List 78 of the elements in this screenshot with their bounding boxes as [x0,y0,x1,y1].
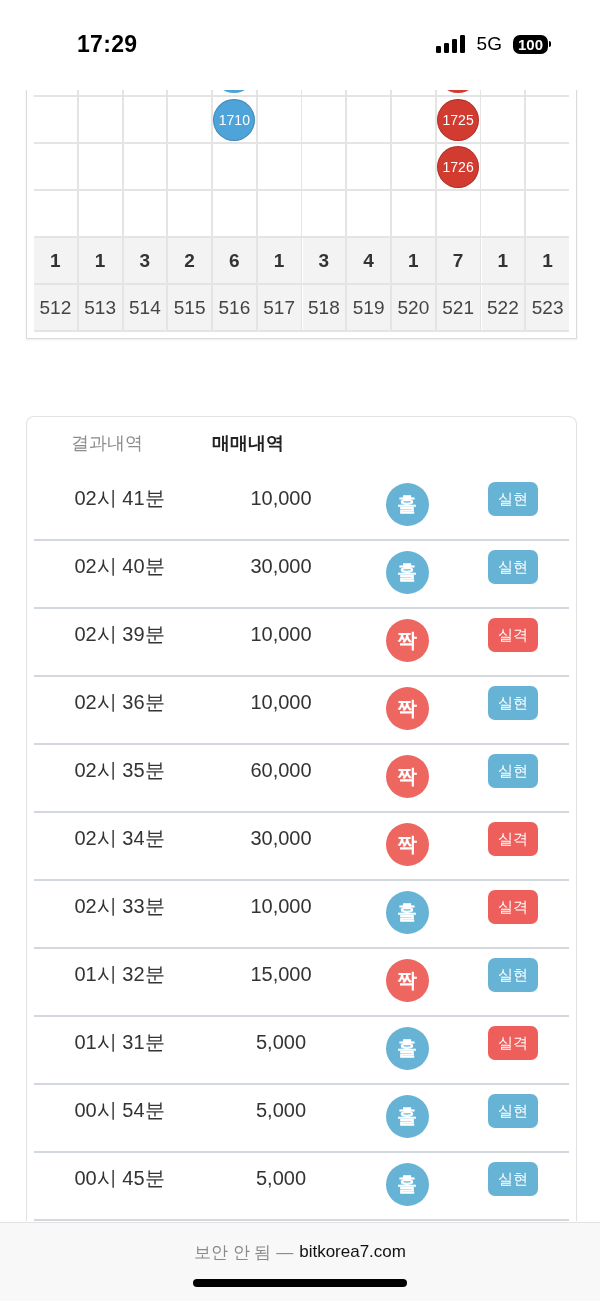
result-badge: 실현 [488,958,538,992]
status-time: 17:29 [77,31,138,57]
count-cell: 1 [481,238,525,283]
round-cell: 517 [257,285,301,330]
result-badge: 실격 [488,1026,538,1060]
pick-badge: 짝 [385,959,429,1002]
amount-text: 10,000 [250,486,312,511]
amount-text: 30,000 [250,826,312,851]
time-text: 01시 32분 [74,962,165,987]
round-cell: 522 [481,285,525,330]
time-text: 02시 39분 [74,622,165,647]
count-cell: 2 [168,238,211,283]
result-bead: 1726 [437,145,480,188]
time-text: 00시 54분 [74,1098,165,1123]
time-text: 02시 33분 [74,894,165,919]
count-cell: 3 [123,238,167,283]
pick-badge: 홀 [385,1027,429,1070]
amount-text: 30,000 [250,554,312,579]
amount-text: 5,000 [255,1166,307,1191]
round-cell: 518 [302,285,346,330]
count-cell: 3 [302,238,346,283]
result-badge: 실현 [488,482,538,516]
count-cell: 6 [213,238,256,283]
round-cell: 512 [34,285,77,330]
count-cell: 1 [78,238,122,283]
battery-indicator: 100 [512,34,551,54]
pick-badge: 짝 [385,619,429,662]
result-badge: 실현 [488,550,538,584]
count-cell: 1 [257,238,301,283]
amount-text: 10,000 [250,894,312,919]
pick-badge: 짝 [385,755,429,798]
amount-text: 15,000 [250,962,312,987]
pick-badge: 홀 [385,1095,429,1138]
time-text: 02시 34분 [74,826,165,851]
pick-badge: 짝 [385,687,429,730]
pick-badge: 짝 [385,823,429,866]
url-text[interactable]: bitkorea7.com [299,1242,406,1262]
amount-text: 10,000 [250,622,312,647]
round-cell: 519 [347,285,390,330]
result-bead: 1725 [437,98,480,141]
pick-badge: 홀 [385,483,429,526]
result-badge: 실현 [488,754,538,788]
round-cell: 523 [526,285,569,330]
pick-badge: 홀 [385,1163,429,1206]
round-cell: 520 [392,285,435,330]
result-badge: 실현 [488,1094,538,1128]
round-cell: 514 [123,285,167,330]
result-badge: 실격 [488,822,538,856]
count-cell: 4 [347,238,390,283]
time-text: 02시 35분 [74,758,165,783]
result-bead: 1710 [213,98,256,141]
amount-text: 60,000 [250,758,312,783]
round-cell: 521 [436,285,480,330]
result-badge: 실현 [488,686,538,720]
round-cell: 515 [168,285,211,330]
time-text: 02시 40분 [74,554,165,579]
count-cell: 1 [34,238,77,283]
tab[interactable]: 매매내역 [177,431,318,455]
amount-text: 5,000 [255,1030,307,1055]
time-text: 01시 31분 [74,1030,165,1055]
time-text: 00시 45분 [74,1166,165,1191]
amount-text: 5,000 [255,1098,307,1123]
result-badge: 실격 [488,618,538,652]
result-badge: 실격 [488,890,538,924]
round-cell: 513 [78,285,122,330]
count-cell: 1 [526,238,569,283]
count-cell: 1 [392,238,435,283]
count-cell: 7 [436,238,480,283]
round-cell: 516 [213,285,256,330]
amount-text: 10,000 [250,690,312,715]
signal-icon [435,35,466,53]
pick-badge: 홀 [385,891,429,934]
network-label: 5G [476,33,502,55]
time-text: 02시 36분 [74,690,165,715]
result-badge: 실현 [488,1162,538,1196]
security-label: 보안 안 됨 — [194,1241,294,1264]
pick-badge: 홀 [385,551,429,594]
time-text: 02시 41분 [74,486,165,511]
